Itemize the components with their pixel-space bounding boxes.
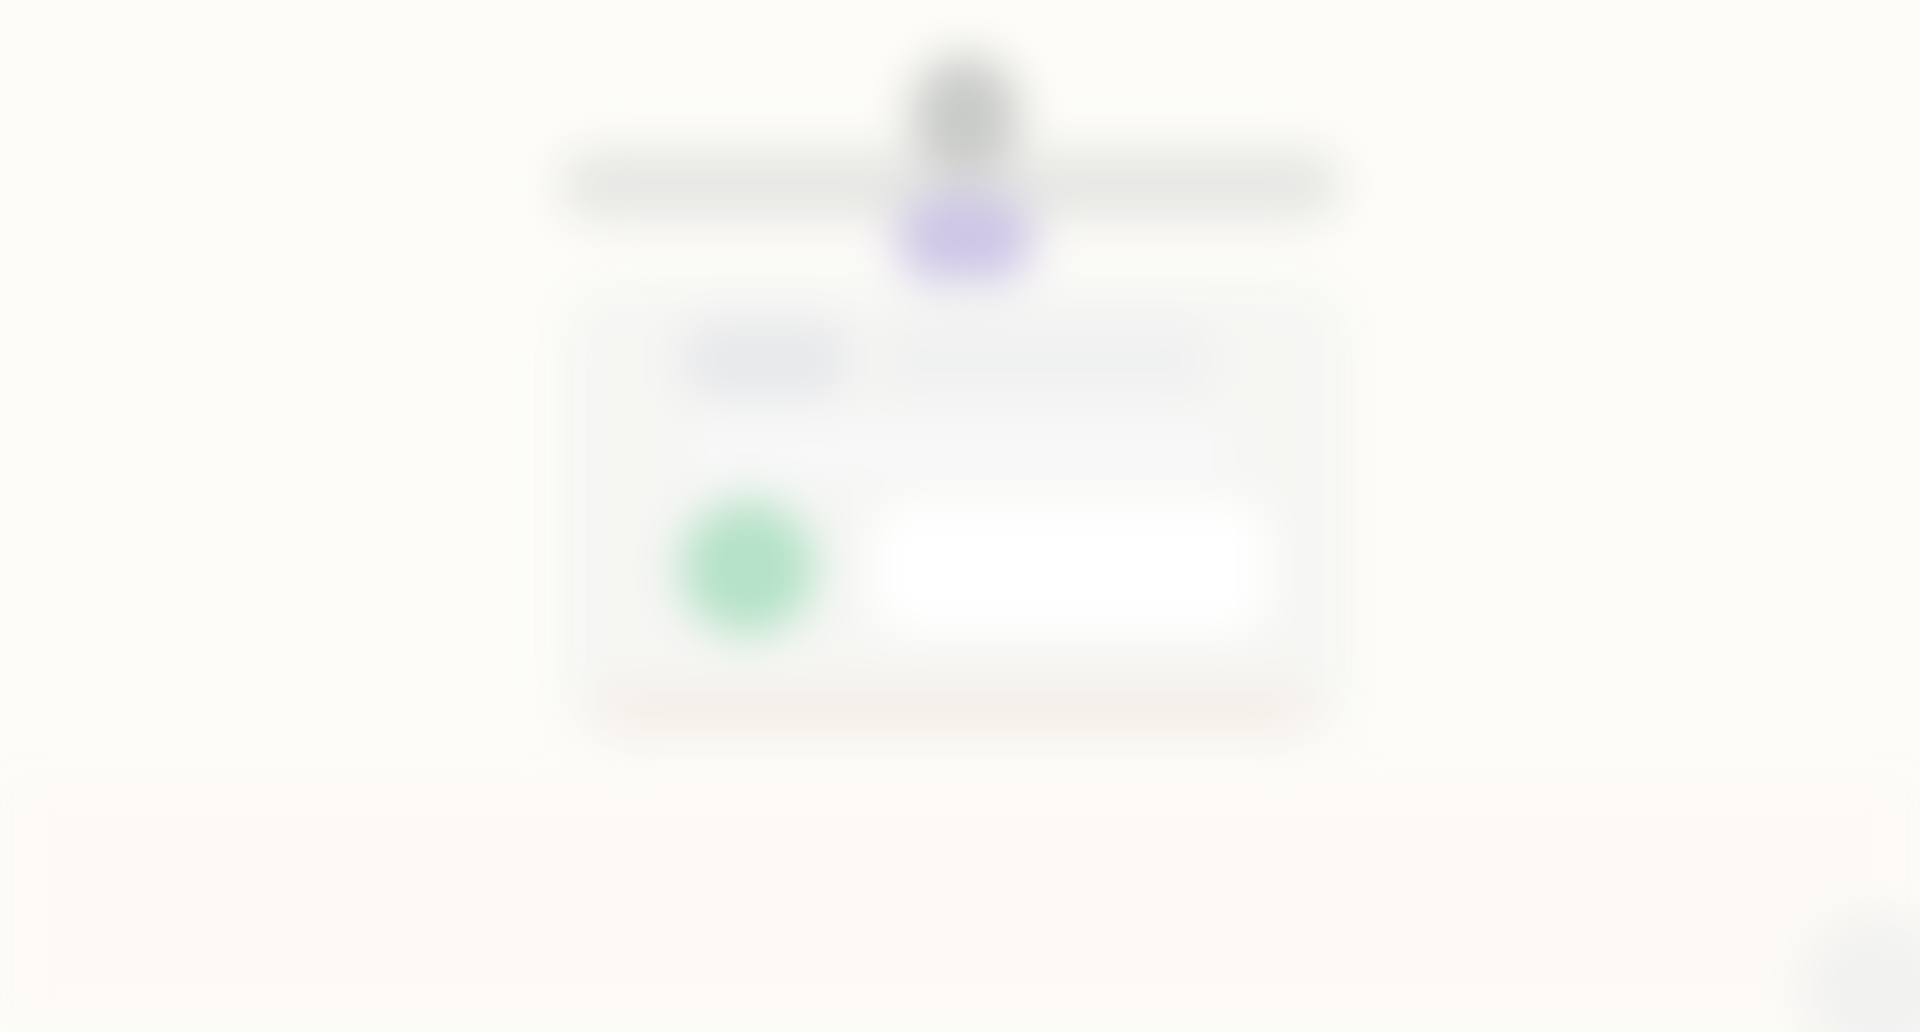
top-knob-placeholder: [910, 55, 1020, 175]
avatar: [895, 190, 1035, 290]
content-panel: [870, 500, 1270, 635]
blurred-content-layer: [0, 0, 1920, 1032]
card-footer-placeholder: [600, 690, 1310, 730]
chip-placeholder: [680, 320, 850, 400]
row-placeholder: [680, 420, 1240, 480]
header-text-placeholder: [880, 320, 1210, 400]
lower-background-band: [0, 772, 1920, 1032]
status-dot-icon: [680, 500, 815, 635]
app-window: [0, 0, 1920, 1032]
